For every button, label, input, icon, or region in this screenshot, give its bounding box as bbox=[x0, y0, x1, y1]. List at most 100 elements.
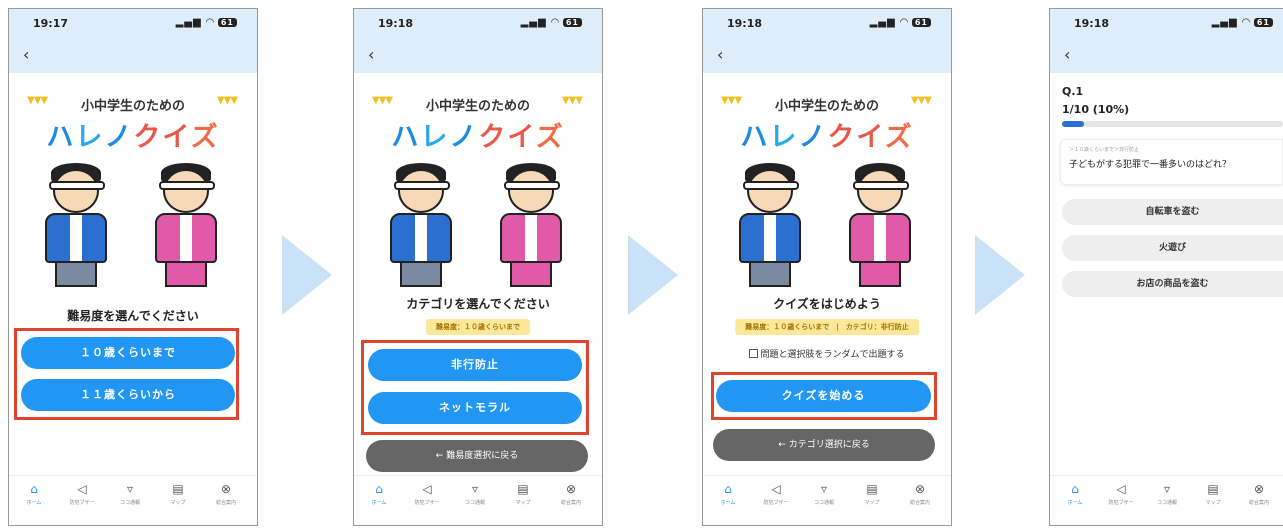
map-icon: ▤ bbox=[1207, 482, 1219, 496]
info-icon: ⊗ bbox=[565, 482, 577, 496]
tab-info[interactable]: ⊗ 総合案内 bbox=[897, 482, 943, 506]
app-logo: ▼▼▼ ▼▼▼ 小中学生のための ハレノクイズ bbox=[354, 89, 602, 155]
back-chevron-icon[interactable]: ‹ bbox=[23, 47, 29, 63]
map-pin-icon: ▿ bbox=[1163, 482, 1171, 496]
status-bar: 19:17 ▂▄▆ ◠ 61 bbox=[33, 17, 237, 33]
logo-subtitle: 小中学生のための bbox=[425, 99, 530, 114]
flow-arrow-icon bbox=[975, 235, 1025, 315]
app-header: 19:17 ▂▄▆ ◠ 61 ‹ bbox=[9, 9, 257, 73]
boy-mascot-icon bbox=[33, 163, 123, 289]
phone-screen-question: 19:18 ▂▄▆ ◠ 61 ‹ Q.1 1/10 (10%) ＞１０歳くらいまで… bbox=[1049, 8, 1283, 526]
logo-title: ハレノクイズ bbox=[46, 122, 220, 153]
phone-screen-start: 19:18 ▂▄▆ ◠ 61 ‹ ▼▼▼ ▼▼▼ 小中学生のための ハレノクイズ … bbox=[702, 8, 952, 526]
tab-alarm[interactable]: ◁ 防犯ブザー bbox=[1098, 482, 1144, 506]
app-logo: ▼▼▼ ▼▼▼ 小中学生のための ハレノクイズ bbox=[9, 89, 257, 155]
tab-report[interactable]: ▿ ココ通報 bbox=[452, 482, 498, 506]
status-time: 19:18 bbox=[378, 17, 414, 30]
back-to-difficulty-button[interactable]: ← 難易度選択に戻る bbox=[366, 440, 588, 472]
megaphone-icon: ◁ bbox=[1116, 482, 1126, 496]
girl-mascot-icon bbox=[837, 163, 927, 289]
question-number: Q.1 bbox=[1062, 85, 1084, 98]
girl-mascot-icon bbox=[488, 163, 578, 289]
difficulty-prompt: 難易度を選んでください bbox=[67, 309, 199, 323]
megaphone-icon: ◁ bbox=[77, 482, 87, 496]
random-order-checkbox[interactable]: 問題と選択肢をランダムで出題する bbox=[703, 347, 951, 360]
status-bar: 19:18 ▂▄▆ ◠ 61 bbox=[727, 17, 931, 33]
logo-title: ハレノクイズ bbox=[391, 122, 565, 153]
tab-report[interactable]: ▿ ココ通報 bbox=[801, 482, 847, 506]
progress-text: 1/10 (10%) bbox=[1062, 103, 1130, 116]
tab-info[interactable]: ⊗ 総合案内 bbox=[1236, 482, 1282, 506]
tab-map[interactable]: ▤ マップ bbox=[849, 482, 895, 506]
checkbox-icon[interactable] bbox=[749, 349, 759, 358]
mascot-characters bbox=[29, 163, 237, 289]
battery-icon: 61 bbox=[911, 18, 931, 27]
back-chevron-icon[interactable]: ‹ bbox=[368, 47, 374, 63]
home-icon: ⌂ bbox=[1071, 482, 1079, 496]
mascot-characters bbox=[723, 163, 931, 289]
tab-info[interactable]: ⊗ 総合案内 bbox=[548, 482, 594, 506]
app-logo: ▼▼▼ ▼▼▼ 小中学生のための ハレノクイズ bbox=[703, 89, 951, 155]
battery-icon: 61 bbox=[562, 18, 582, 27]
mascot-characters bbox=[374, 163, 582, 289]
boy-mascot-icon bbox=[378, 163, 468, 289]
tab-alarm[interactable]: ◁ 防犯ブザー bbox=[753, 482, 799, 506]
info-icon: ⊗ bbox=[914, 482, 926, 496]
map-icon: ▤ bbox=[866, 482, 878, 496]
tab-map[interactable]: ▤ マップ bbox=[500, 482, 546, 506]
boy-mascot-icon bbox=[727, 163, 817, 289]
tab-home[interactable]: ⌂ ホーム bbox=[356, 482, 402, 506]
logo-title: ハレノクイズ bbox=[740, 122, 914, 153]
phone-screen-category: 19:18 ▂▄▆ ◠ 61 ‹ ▼▼▼ ▼▼▼ 小中学生のための ハレノクイズ … bbox=[353, 8, 603, 526]
start-prompt: クイズをはじめよう bbox=[773, 297, 881, 311]
tab-home[interactable]: ⌂ ホーム bbox=[1052, 482, 1098, 506]
map-pin-icon: ▿ bbox=[126, 482, 134, 496]
difficulty-badge: 難易度：１０歳くらいまで bbox=[426, 319, 530, 335]
progress-bar bbox=[1062, 121, 1283, 127]
info-icon: ⊗ bbox=[220, 482, 232, 496]
bottom-tab-bar: ⌂ ホーム ◁ 防犯ブザー ▿ ココ通報 ▤ マップ ⊗ 総合案内 bbox=[354, 475, 602, 525]
home-icon: ⌂ bbox=[375, 482, 383, 496]
random-order-label: 問題と選択肢をランダムで出題する bbox=[760, 350, 905, 360]
girl-mascot-icon bbox=[143, 163, 233, 289]
difficulty-under-10-button[interactable]: １０歳くらいまで bbox=[21, 337, 235, 369]
answer-option[interactable]: 火遊び bbox=[1062, 235, 1283, 261]
home-icon: ⌂ bbox=[724, 482, 732, 496]
status-bar: 19:18 ▂▄▆ ◠ 61 bbox=[1074, 17, 1273, 33]
back-chevron-icon[interactable]: ‹ bbox=[717, 47, 723, 63]
tab-map[interactable]: ▤ マップ bbox=[1190, 482, 1236, 506]
megaphone-icon: ◁ bbox=[771, 482, 781, 496]
category-net-morals-button[interactable]: ネットモラル bbox=[368, 392, 582, 424]
answer-option[interactable]: お店の商品を盗む bbox=[1062, 271, 1283, 297]
signal-wifi-icon: ▂▄▆ ◠ 61 bbox=[176, 17, 237, 28]
category-delinquency-button[interactable]: 非行防止 bbox=[368, 349, 582, 381]
question-breadcrumb: ＞１０歳くらいまで＞非行防止 bbox=[1069, 147, 1140, 153]
map-pin-icon: ▿ bbox=[820, 482, 828, 496]
phone-screen-difficulty: 19:17 ▂▄▆ ◠ 61 ‹ ▼▼▼ ▼▼▼ 小中学生のための ハレノクイズ … bbox=[8, 8, 258, 526]
tab-map[interactable]: ▤ マップ bbox=[155, 482, 201, 506]
back-to-category-button[interactable]: ← カテゴリ選択に戻る bbox=[713, 429, 935, 461]
back-chevron-icon[interactable]: ‹ bbox=[1064, 47, 1070, 63]
tab-home[interactable]: ⌂ ホーム bbox=[705, 482, 751, 506]
map-icon: ▤ bbox=[172, 482, 184, 496]
megaphone-icon: ◁ bbox=[422, 482, 432, 496]
difficulty-over-11-button[interactable]: １１歳くらいから bbox=[21, 379, 235, 411]
signal-wifi-icon: ▂▄▆ ◠ 61 bbox=[1212, 17, 1273, 28]
tab-info[interactable]: ⊗ 総合案内 bbox=[203, 482, 249, 506]
tab-report[interactable]: ▿ ココ通報 bbox=[107, 482, 153, 506]
app-header: 19:18 ▂▄▆ ◠ 61 ‹ bbox=[703, 9, 951, 73]
tab-home[interactable]: ⌂ ホーム bbox=[11, 482, 57, 506]
app-header: 19:18 ▂▄▆ ◠ 61 ‹ bbox=[1050, 9, 1283, 73]
tab-report[interactable]: ▿ ココ通報 bbox=[1144, 482, 1190, 506]
status-bar: 19:18 ▂▄▆ ◠ 61 bbox=[378, 17, 582, 33]
answer-option[interactable]: 自転車を盗む bbox=[1062, 199, 1283, 225]
progress-bar-fill bbox=[1062, 121, 1085, 127]
category-prompt: カテゴリを選んでください bbox=[406, 297, 550, 311]
battery-icon: 61 bbox=[217, 18, 237, 27]
tab-alarm[interactable]: ◁ 防犯ブザー bbox=[59, 482, 105, 506]
status-time: 19:17 bbox=[33, 17, 69, 30]
tab-alarm[interactable]: ◁ 防犯ブザー bbox=[404, 482, 450, 506]
home-icon: ⌂ bbox=[30, 482, 38, 496]
map-pin-icon: ▿ bbox=[471, 482, 479, 496]
start-quiz-button[interactable]: クイズを始める bbox=[716, 380, 931, 412]
